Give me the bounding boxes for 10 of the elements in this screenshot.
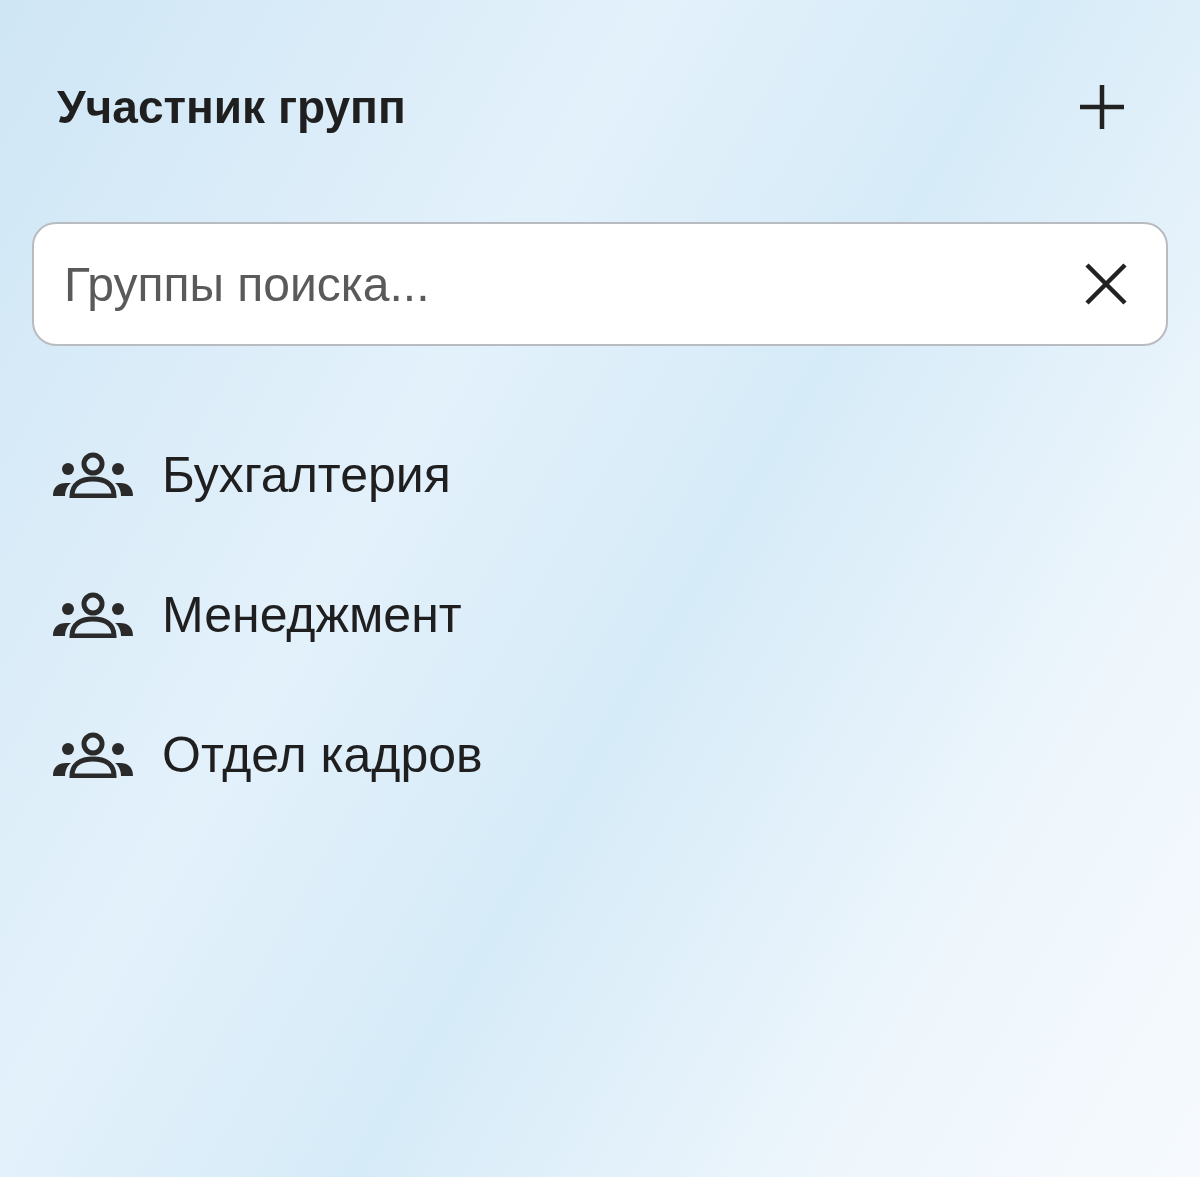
people-icon — [52, 452, 134, 498]
close-icon — [1084, 262, 1128, 306]
add-icon — [1078, 83, 1126, 131]
group-item[interactable]: Менеджмент — [52, 590, 1168, 640]
group-item[interactable]: Бухгалтерия — [52, 450, 1168, 500]
people-icon — [52, 592, 134, 638]
panel-title: Участник групп — [57, 79, 406, 135]
search-field[interactable]: Группы поиска... — [32, 222, 1168, 346]
group-item[interactable]: Отдел кадров — [52, 730, 1168, 780]
people-icon — [52, 732, 134, 778]
